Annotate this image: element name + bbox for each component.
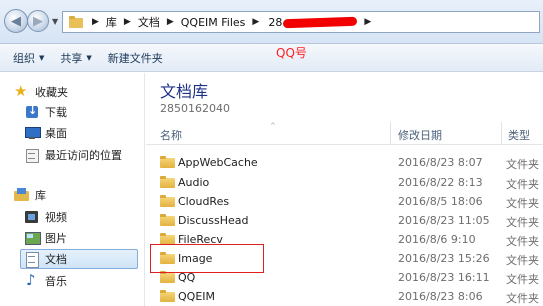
sidebar-item-label: 库	[35, 189, 46, 202]
file-date: 2016/8/5 18:06	[398, 195, 483, 208]
sort-ascending-icon: ^	[270, 122, 276, 130]
picture-icon	[24, 231, 41, 245]
forward-arrow-icon: ▶	[33, 13, 43, 29]
file-type: 文件夹	[506, 292, 539, 305]
library-subtitle: 2850162040	[160, 102, 230, 115]
column-header-modified[interactable]: 修改日期	[398, 127, 442, 143]
file-name: AppWebCache	[178, 156, 258, 169]
chevron-right-icon[interactable]: ▶	[364, 17, 371, 27]
column-header-row: ^ 名称 修改日期 类型	[146, 122, 543, 145]
highlight-box	[150, 244, 264, 273]
breadcrumb-account-prefix[interactable]: 28	[268, 16, 282, 29]
chevron-right-icon[interactable]: ▶	[252, 17, 259, 27]
sidebar-item-label: 最近访问的位置	[45, 149, 122, 162]
new-folder-button[interactable]: 新建文件夹	[100, 50, 171, 66]
back-button[interactable]: ◀	[4, 9, 28, 33]
navigation-pane: 收藏夹 下载 桌面 最近访问的位置 库 视频 图片 文档 音乐	[0, 73, 145, 306]
file-type: 文件夹	[506, 158, 539, 171]
sidebar-item-label: 下载	[45, 106, 67, 119]
table-row[interactable]: CloudRes 2016/8/5 18:06 文件夹	[146, 192, 543, 211]
column-header-name[interactable]: 名称	[160, 127, 182, 143]
breadcrumb-qqeim-files[interactable]: QQEIM Files	[181, 16, 246, 29]
desktop-icon	[24, 126, 41, 140]
page-title: 文档库	[160, 82, 209, 101]
sidebar-item-videos[interactable]: 视频	[24, 207, 67, 227]
file-type: 文件夹	[506, 216, 539, 229]
table-row[interactable]: AppWebCache 2016/8/23 8:07 文件夹	[146, 153, 543, 172]
file-date: 2016/8/22 8:13	[398, 176, 483, 189]
file-type: 文件夹	[506, 254, 539, 267]
recent-pages-dropdown-icon[interactable]: ▼	[52, 17, 58, 26]
back-arrow-icon: ◀	[11, 13, 21, 29]
chevron-right-icon[interactable]: ▶	[124, 17, 131, 27]
sidebar-item-music[interactable]: 音乐	[24, 271, 67, 291]
file-date: 2016/8/23 15:26	[398, 252, 490, 265]
folder-icon	[160, 156, 175, 168]
download-icon	[24, 104, 40, 119]
chevron-down-icon: ▼	[39, 53, 45, 62]
share-label: 共享	[60, 51, 83, 65]
sidebar-item-label: 图片	[45, 232, 67, 245]
file-type: 文件夹	[506, 178, 539, 191]
sidebar-item-label: 文档	[45, 253, 67, 266]
file-date: 2016/8/23 11:05	[398, 214, 490, 227]
breadcrumb-library[interactable]: 库	[106, 14, 117, 30]
path-input[interactable]: ▶ 库 ▶ 文档 ▶ QQEIM Files ▶ 28 ▶	[62, 11, 540, 33]
sidebar-item-documents[interactable]: 文档	[20, 249, 138, 269]
chevron-right-icon[interactable]: ▶	[167, 17, 174, 27]
sidebar-item-pictures[interactable]: 图片	[24, 228, 67, 248]
file-date: 2016/8/6 9:10	[398, 233, 476, 246]
column-divider[interactable]	[501, 122, 502, 144]
file-date: 2016/8/23 16:11	[398, 271, 490, 284]
star-icon	[14, 82, 30, 100]
sidebar-libraries[interactable]: 库	[14, 185, 46, 205]
sidebar-favorites[interactable]: 收藏夹	[14, 82, 68, 102]
file-type: 文件夹	[506, 273, 539, 286]
folder-icon	[160, 176, 175, 188]
folder-icon	[160, 195, 175, 207]
organize-button[interactable]: 组织 ▼	[0, 50, 52, 66]
sidebar-item-label: 桌面	[45, 127, 67, 140]
sidebar-item-label: 收藏夹	[35, 86, 68, 99]
column-divider[interactable]	[390, 122, 391, 144]
library-icon	[14, 188, 30, 202]
file-type: 文件夹	[506, 197, 539, 210]
file-name: CloudRes	[178, 195, 230, 208]
video-icon	[24, 210, 40, 224]
sidebar-item-label: 音乐	[45, 275, 67, 288]
chevron-right-icon[interactable]: ▶	[92, 17, 99, 27]
sidebar-item-desktop[interactable]: 桌面	[24, 123, 67, 143]
new-folder-label: 新建文件夹	[107, 51, 163, 65]
file-type: 文件夹	[506, 235, 539, 248]
column-header-type[interactable]: 类型	[508, 127, 530, 143]
table-row[interactable]: Audio 2016/8/22 8:13 文件夹	[146, 173, 543, 192]
folder-icon	[67, 15, 85, 29]
table-row[interactable]: DiscussHead 2016/8/23 11:05 文件夹	[146, 211, 543, 230]
file-name: QQEIM	[178, 290, 216, 303]
address-bar: ◀ ▶ ▼ ▶ 库 ▶ 文档 ▶ QQEIM Files ▶ 28 ▶	[0, 0, 543, 44]
breadcrumb-documents[interactable]: 文档	[138, 14, 160, 30]
forward-button[interactable]: ▶	[27, 10, 49, 32]
share-button[interactable]: 共享 ▼	[52, 50, 99, 66]
file-name: DiscussHead	[178, 214, 249, 227]
organize-label: 组织	[13, 51, 35, 65]
file-date: 2016/8/23 8:07	[398, 156, 483, 169]
qq-number-annotation: QQ号	[276, 46, 307, 60]
sidebar-item-label: 视频	[45, 211, 67, 224]
file-date: 2016/8/23 8:06	[398, 290, 483, 303]
file-name: Audio	[178, 176, 210, 189]
redaction-mark	[283, 16, 358, 28]
table-row[interactable]: QQEIM 2016/8/23 8:06 文件夹	[146, 287, 543, 306]
chevron-down-icon: ▼	[86, 53, 92, 62]
folder-icon	[160, 290, 175, 302]
sidebar-item-recent-places[interactable]: 最近访问的位置	[24, 145, 122, 165]
music-icon	[24, 271, 40, 289]
command-bar: 组织 ▼ 共享 ▼ 新建文件夹	[0, 44, 543, 72]
recent-places-icon	[24, 148, 40, 163]
sidebar-item-downloads[interactable]: 下载	[24, 102, 67, 122]
folder-icon	[160, 214, 175, 226]
document-icon	[24, 252, 40, 268]
